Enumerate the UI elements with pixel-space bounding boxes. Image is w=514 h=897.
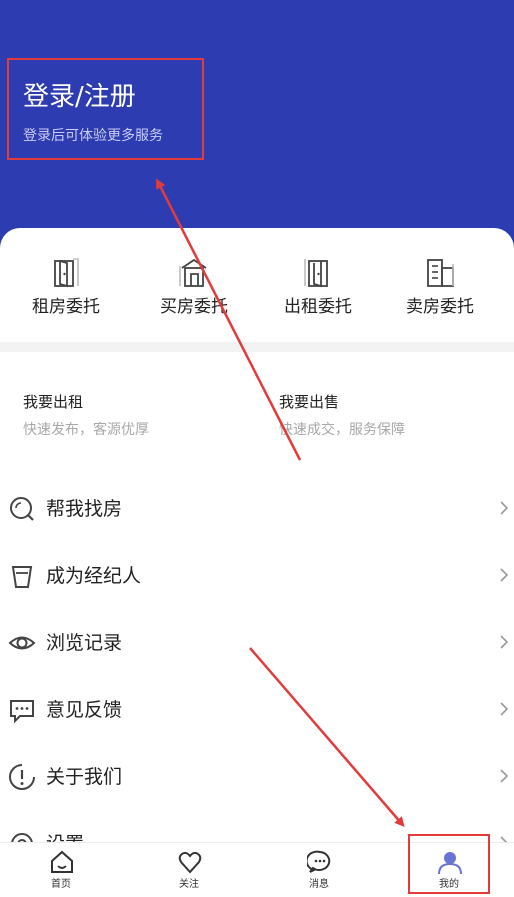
annotation-highlight-login <box>7 58 204 160</box>
tab-home[interactable]: 首页 <box>11 843 111 897</box>
quick-action-label: 买房委托 <box>160 297 228 317</box>
tab-follow[interactable]: 关注 <box>139 843 239 897</box>
door-building-icon <box>304 259 328 288</box>
menu-item-label: 关于我们 <box>46 766 123 788</box>
info-icon <box>9 764 35 790</box>
quick-action-buy-entrust[interactable]: 买房委托 <box>134 248 254 338</box>
tab-label: 首页 <box>51 879 71 890</box>
menu-item-label: 帮我找房 <box>46 498 123 520</box>
buildings-icon <box>427 259 454 287</box>
door-building-icon <box>54 258 79 288</box>
quick-action-label: 租房委托 <box>32 297 100 317</box>
annotation-highlight-mine-tab <box>408 834 490 894</box>
menu-item-about-us[interactable]: 关于我们 <box>0 743 514 810</box>
agent-icon <box>11 566 33 588</box>
section-divider <box>0 342 514 352</box>
chevron-right-icon <box>500 501 509 515</box>
menu-item-find-house[interactable]: 帮我找房 <box>0 475 514 542</box>
chevron-right-icon <box>500 635 509 649</box>
quick-action-label: 卖房委托 <box>406 297 474 317</box>
menu-item-become-agent[interactable]: 成为经纪人 <box>0 542 514 609</box>
menu-item-browse-history[interactable]: 浏览记录 <box>0 609 514 676</box>
quick-action-let-entrust[interactable]: 出租委托 <box>258 248 378 338</box>
heart-icon <box>178 851 202 874</box>
menu-item-label: 浏览记录 <box>46 632 123 654</box>
eye-icon <box>8 636 36 650</box>
chevron-right-icon <box>500 702 509 716</box>
sell-subtitle: 快速成交，服务保障 <box>279 422 405 438</box>
menu-item-label: 成为经纪人 <box>46 565 142 587</box>
feedback-icon <box>10 700 34 724</box>
sell-card[interactable]: 我要出售 快速成交，服务保障 <box>279 380 514 450</box>
message-icon <box>307 850 331 873</box>
rent-out-title: 我要出租 <box>23 393 84 411</box>
menu-item-feedback[interactable]: 意见反馈 <box>0 676 514 743</box>
quick-action-rent-entrust[interactable]: 租房委托 <box>6 248 126 338</box>
quick-action-label: 出租委托 <box>284 297 352 317</box>
tab-messages[interactable]: 消息 <box>269 843 369 897</box>
search-icon <box>10 497 34 521</box>
house-door-icon <box>179 258 207 287</box>
tab-label: 关注 <box>179 879 199 890</box>
quick-action-sell-entrust[interactable]: 卖房委托 <box>380 248 500 338</box>
tab-label: 消息 <box>309 879 329 890</box>
quick-actions-row: 租房委托 买房委托 出租委托 卖房委托 <box>0 248 514 338</box>
rent-out-card[interactable]: 我要出租 快速发布，客源优厚 <box>23 380 263 450</box>
chevron-right-icon <box>500 568 509 582</box>
menu-item-label: 意见反馈 <box>46 699 123 721</box>
home-icon <box>51 850 73 873</box>
chevron-right-icon <box>500 769 509 783</box>
rent-out-subtitle: 快速发布，客源优厚 <box>23 422 149 438</box>
sell-title: 我要出售 <box>279 393 340 411</box>
